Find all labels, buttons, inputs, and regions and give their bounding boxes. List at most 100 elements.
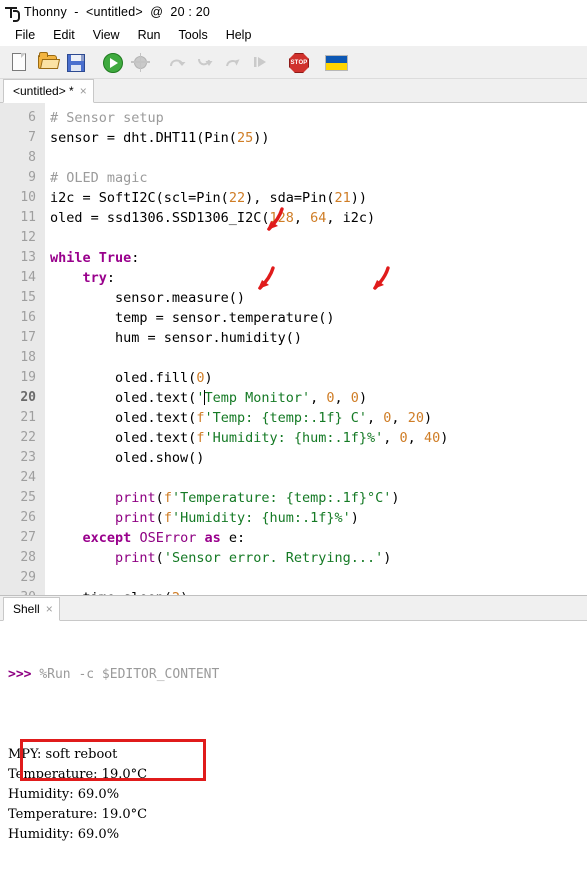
ukraine-support-button[interactable] <box>323 50 348 74</box>
code-text: while True: <box>50 250 140 266</box>
line-number: 29 <box>20 570 36 585</box>
new-file-icon <box>12 53 26 71</box>
code-text: print(f'Temperature: {temp:.1f}°C') <box>115 490 400 506</box>
code-line: 22 oled.text(f'Humidity: {hum:.1f}%', 0,… <box>0 428 587 448</box>
shell-tab-label: Shell <box>13 602 40 616</box>
code-text: oled.fill(0) <box>50 370 213 386</box>
code-text: oled.show() <box>50 450 205 466</box>
code-line: 21 oled.text(f'Temp: {temp:.1f} C', 0, 2… <box>0 408 587 428</box>
step-into-button[interactable] <box>193 50 217 74</box>
line-number: 23 <box>20 450 36 465</box>
step-into-icon <box>196 55 214 69</box>
line-number: 17 <box>20 330 36 345</box>
shell-tabstrip: Shell × <box>0 595 587 621</box>
shell-output-line: MPY: soft reboot <box>8 747 118 762</box>
close-icon[interactable]: × <box>46 603 53 615</box>
stop-button[interactable]: STOP <box>286 50 310 74</box>
menu-bar: File Edit View Run Tools Help <box>0 24 587 46</box>
code-line: 10 i2c = SoftI2C(scl=Pin(22), sda=Pin(21)… <box>0 188 587 208</box>
line-number: 11 <box>20 210 36 225</box>
shell-output-line: Humidity: 69.0% <box>8 787 120 802</box>
code-editor[interactable]: 6 # Sensor setup 7 sensor = dht.DHT11(Pin(2… <box>0 103 587 595</box>
code-text: except OSError as e: <box>82 530 246 546</box>
code-line: 28 print('Sensor error. Retrying...') <box>0 548 587 568</box>
title-bar: Thonny - <untitled> @ 20 : 20 <box>0 0 587 24</box>
editor-tabstrip: <untitled> * × <box>0 79 587 103</box>
code-line: 11 oled = ssd1306.SSD1306_I2C(128, 64, i2… <box>0 208 587 228</box>
menu-run[interactable]: Run <box>129 26 170 44</box>
code-text: print(f'Humidity: {hum:.1f}%') <box>115 510 359 526</box>
shell-command: %Run -c $EDITOR_CONTENT <box>39 667 220 682</box>
resume-icon <box>253 55 269 69</box>
code-text: oled.text('Temp Monitor', 0, 0) <box>50 390 368 406</box>
stop-icon: STOP <box>289 53 309 73</box>
code-text: oled = ssd1306.SSD1306_I2C(128, 64, i2c) <box>50 210 376 226</box>
line-number: 7 <box>28 130 36 145</box>
open-folder-icon <box>38 52 57 69</box>
code-content[interactable]: 6 # Sensor setup 7 sensor = dht.DHT11(Pin(2… <box>0 103 587 595</box>
editor-tab-untitled[interactable]: <untitled> * × <box>3 79 94 103</box>
code-line: 30 time.sleep(2) <box>0 588 587 595</box>
save-file-button[interactable] <box>63 50 87 74</box>
window-title: Thonny - <untitled> @ 20 : 20 <box>24 5 211 19</box>
code-line: 16 temp = sensor.temperature() <box>0 308 587 328</box>
code-line: 12 <box>0 228 587 248</box>
code-text: oled.text(f'Temp: {temp:.1f} C', 0, 20) <box>50 410 433 426</box>
code-line: 6 # Sensor setup <box>0 108 587 128</box>
run-button[interactable] <box>100 50 124 74</box>
code-line: 13 while True: <box>0 248 587 268</box>
line-number: 27 <box>20 530 36 545</box>
code-line: 25 print(f'Temperature: {temp:.1f}°C') <box>0 488 587 508</box>
menu-help[interactable]: Help <box>217 26 261 44</box>
resume-button[interactable] <box>249 50 273 74</box>
close-icon[interactable]: × <box>80 85 87 97</box>
shell-output-line: Humidity: 69.0% <box>8 827 120 842</box>
line-number: 25 <box>20 490 36 505</box>
line-number: 16 <box>20 310 36 325</box>
code-line: 15 sensor.measure() <box>0 288 587 308</box>
line-number: 15 <box>20 290 36 305</box>
menu-file[interactable]: File <box>6 26 44 44</box>
code-line: 26 print(f'Humidity: {hum:.1f}%') <box>0 508 587 528</box>
line-number: 12 <box>20 230 36 245</box>
menu-view[interactable]: View <box>84 26 129 44</box>
line-number: 9 <box>28 170 36 185</box>
save-floppy-icon <box>67 54 85 72</box>
line-number: 19 <box>20 370 36 385</box>
line-number: 26 <box>20 510 36 525</box>
code-text: oled.text(f'Humidity: {hum:.1f}%', 0, 40… <box>50 430 449 446</box>
code-text: try: <box>82 270 116 286</box>
line-number: 24 <box>20 470 36 485</box>
code-text: # OLED magic <box>50 170 148 186</box>
menu-edit[interactable]: Edit <box>44 26 84 44</box>
code-line: 9 # OLED magic <box>0 168 587 188</box>
step-out-button[interactable] <box>221 50 245 74</box>
code-text: time.sleep(2) <box>50 588 189 595</box>
shell-output: MPY: soft reboot Temperature: 19.0°C Humid… <box>4 725 587 845</box>
open-file-button[interactable] <box>35 50 59 74</box>
debug-button[interactable] <box>128 50 152 74</box>
toolbar: STOP <box>0 46 587 79</box>
code-text: # Sensor setup <box>50 110 164 126</box>
shell-output-line: Temperature: 19.0°C <box>8 807 148 822</box>
code-text: sensor = dht.DHT11(Pin(25)) <box>50 130 270 146</box>
line-number: 28 <box>20 550 36 565</box>
line-number: 18 <box>20 350 36 365</box>
new-file-button[interactable] <box>7 50 31 74</box>
code-text: temp = sensor.temperature() <box>50 310 335 326</box>
code-line: 14 try: <box>0 268 587 288</box>
menu-tools[interactable]: Tools <box>170 26 217 44</box>
code-line: 23 oled.show() <box>0 448 587 468</box>
run-play-icon <box>103 53 123 73</box>
step-out-icon <box>224 55 242 69</box>
line-number: 22 <box>20 430 36 445</box>
shell-panel[interactable]: >>> %Run -c $EDITOR_CONTENT MPY: soft re… <box>0 621 587 842</box>
editor-tab-label: <untitled> * <box>13 84 74 98</box>
step-over-button[interactable] <box>165 50 189 74</box>
code-text: i2c = SoftI2C(scl=Pin(22), sda=Pin(21)) <box>50 190 368 206</box>
line-number: 10 <box>20 190 36 205</box>
code-text: sensor.measure() <box>50 290 246 306</box>
shell-tab[interactable]: Shell × <box>3 597 60 621</box>
code-text: hum = sensor.humidity() <box>50 330 302 346</box>
step-over-icon <box>168 55 186 69</box>
